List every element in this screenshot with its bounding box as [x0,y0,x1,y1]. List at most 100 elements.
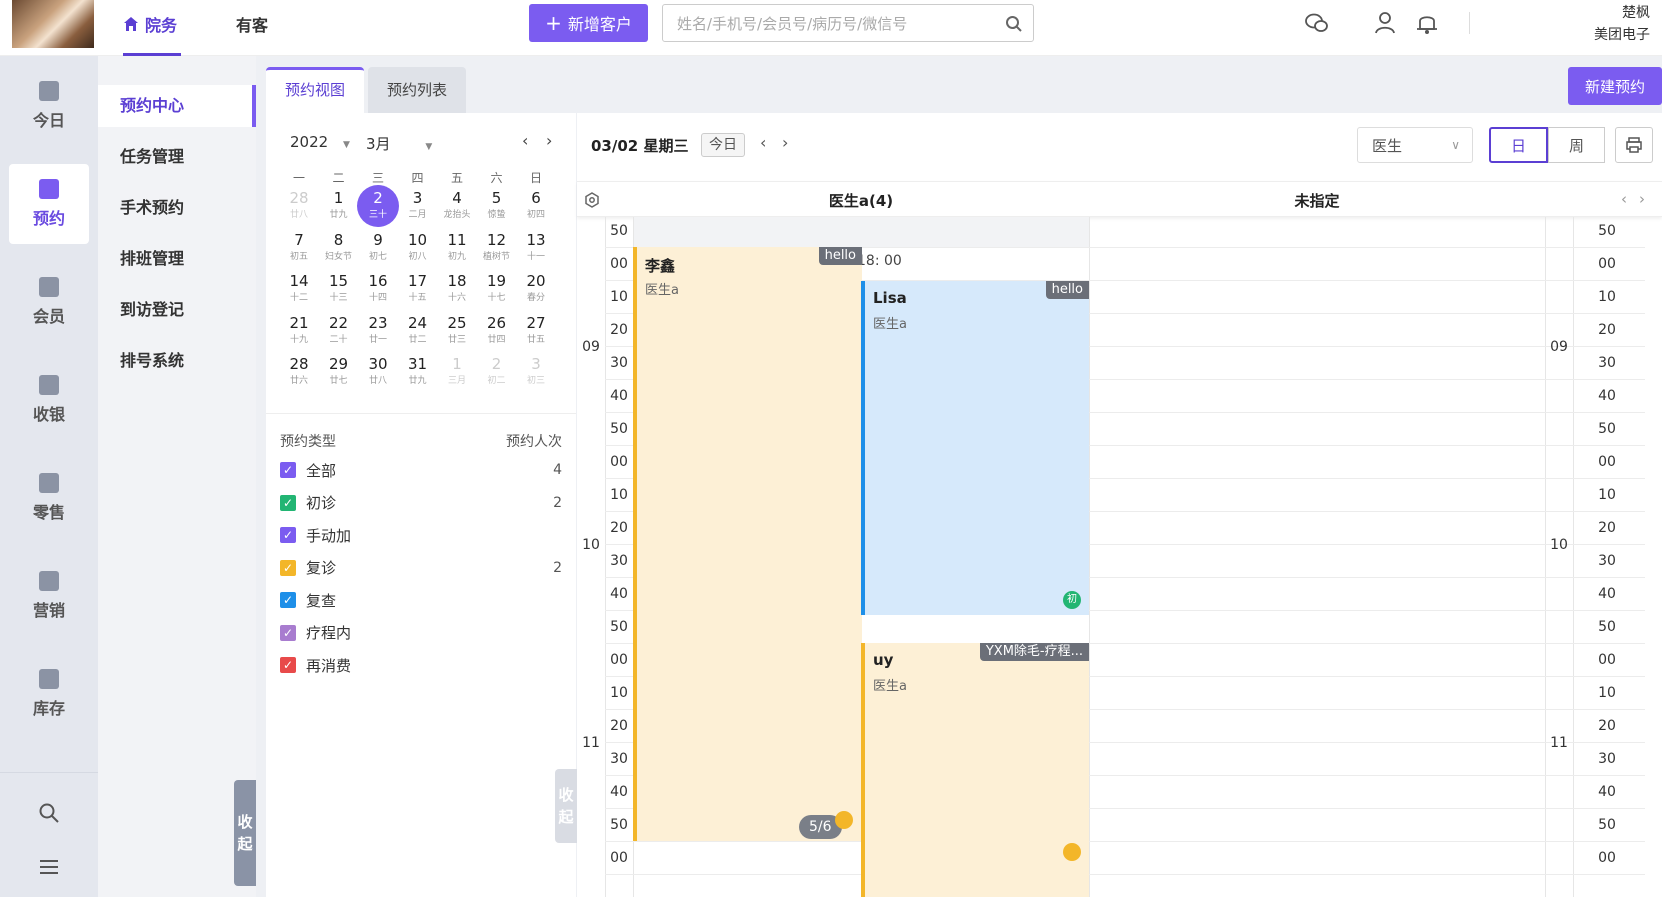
checkbox-icon[interactable]: ✓ [280,657,296,673]
search-icon[interactable] [38,802,60,824]
calendar-day[interactable]: 3 二月 [397,185,439,227]
subnav-item-shift-management[interactable]: 排班管理 [98,238,256,280]
sidebar-item-retail[interactable]: 零售 [9,458,89,538]
calendar-day[interactable]: 31 廿九 [397,351,439,393]
calendar-day[interactable]: 23 廿一 [357,310,399,352]
legend-row[interactable]: ✓ 手动加 [280,524,562,546]
collapse-panel-button[interactable]: 收 起 [555,769,577,843]
calendar-day[interactable]: 25 廿三 [436,310,478,352]
checkbox-icon[interactable]: ✓ [280,527,296,543]
calendar-day[interactable]: 28 廿八 [278,185,320,227]
calendar-day[interactable]: 2 三十 [357,185,399,227]
calendar-day[interactable]: 4 龙抬头 [436,185,478,227]
subnav-item-visit-registration[interactable]: 到访登记 [98,289,256,331]
legend-row[interactable]: ✓ 全部 4 [280,459,562,481]
sidebar-item-member[interactable]: 会员 [9,262,89,342]
checkbox-icon[interactable]: ✓ [280,462,296,478]
avatar[interactable] [12,0,94,48]
nav-tab-youke[interactable]: 有客 [236,12,268,36]
week-view-button[interactable]: 周 [1548,127,1605,163]
prev-month-icon[interactable]: ‹ [522,131,528,150]
month-select[interactable]: 3月 ▼ [366,133,432,154]
calendar-day[interactable]: 27 廿五 [515,310,557,352]
calendar-day[interactable]: 19 十七 [476,268,518,310]
checkbox-icon[interactable]: ✓ [280,592,296,608]
subnav-item-task-management[interactable]: 任务管理 [98,136,256,178]
settings-icon[interactable] [584,192,600,208]
year-select[interactable]: 2022 ▼ [290,133,350,151]
calendar-day[interactable]: 6 初四 [515,185,557,227]
next-column-icon[interactable]: › [1639,190,1645,208]
minute-label: 40 [1598,388,1616,404]
prev-column-icon[interactable]: ‹ [1621,190,1627,208]
checkbox-icon[interactable]: ✓ [280,559,296,576]
sidebar-item-cashier[interactable]: 收银 [9,360,89,440]
calendar-day[interactable]: 12 植树节 [476,227,518,269]
legend-row[interactable]: ✓ 复查 [280,589,562,611]
calendar-day[interactable]: 26 廿四 [476,310,518,352]
nav-tab-yuanwu[interactable]: 院务 [123,12,177,36]
legend-row[interactable]: ✓ 再消费 [280,654,562,676]
calendar-day[interactable]: 15 十三 [318,268,360,310]
sidebar-item-inventory[interactable]: 库存 [9,654,89,734]
legend-row[interactable]: ✓ 疗程内 [280,622,562,644]
calendar-day[interactable]: 3 初三 [515,351,557,393]
calendar-day[interactable]: 30 廿八 [357,351,399,393]
calendar-day[interactable]: 17 十五 [397,268,439,310]
calendar-day[interactable]: 9 初七 [357,227,399,269]
add-customer-button[interactable]: + 新增客户 [529,4,648,42]
user-menu[interactable]: 楚枫 美团电子 [1594,2,1650,46]
user-icon[interactable] [1372,10,1398,36]
calendar-day[interactable]: 1 三月 [436,351,478,393]
calendar-day[interactable]: 24 廿二 [397,310,439,352]
sidebar-item-today[interactable]: 今日 [9,66,89,146]
calendar-day[interactable]: 21 十九 [278,310,320,352]
minute-label: 10 [1598,487,1616,503]
legend-row[interactable]: ✓ 初诊 2 [280,492,562,514]
search-input[interactable]: 姓名/手机号/会员号/病历号/微信号 [662,4,1034,42]
bell-icon[interactable] [1414,10,1440,36]
day-number: 15 [328,272,349,290]
appointment-card[interactable]: 李鑫 医生a hello [633,247,862,841]
prev-day-icon[interactable]: ‹ [760,133,766,152]
calendar-day[interactable]: 7 初五 [278,227,320,269]
calendar-day[interactable]: 16 十四 [357,268,399,310]
search-icon[interactable] [1005,15,1023,33]
sidebar-item-appointment[interactable]: 预约 [9,164,89,244]
calendar-day[interactable]: 8 妇女节 [318,227,360,269]
next-day-icon[interactable]: › [782,133,788,152]
calendar-day[interactable]: 22 二十 [318,310,360,352]
calendar-day[interactable]: 2 初二 [476,351,518,393]
calendar-day[interactable]: 5 惊蛰 [476,185,518,227]
calendar-day[interactable]: 10 初八 [397,227,439,269]
subnav-item-surgery-appointment[interactable]: 手术预约 [98,187,256,229]
subnav-item-queue-system[interactable]: 排号系统 [98,340,256,382]
calendar-day[interactable]: 20 春分 [515,268,557,310]
calendar-day[interactable]: 29 廿七 [318,351,360,393]
calendar-day[interactable]: 11 初九 [436,227,478,269]
calendar-day[interactable]: 14 十二 [278,268,320,310]
tab-appointment-list[interactable]: 预约列表 [368,67,466,113]
subnav-item-appointment-center[interactable]: 预约中心 [98,85,256,127]
menu-icon[interactable] [38,856,60,878]
appointment-card[interactable]: Lisa 医生a hello 初 [861,281,1089,615]
calendar-day[interactable]: 18 十六 [436,268,478,310]
wechat-icon[interactable] [1304,10,1330,36]
next-month-icon[interactable]: › [546,131,552,150]
calendar-day[interactable]: 1 廿九 [318,185,360,227]
checkbox-icon[interactable]: ✓ [280,494,296,511]
tab-appointment-view[interactable]: 预约视图 [266,67,364,113]
appointment-card[interactable]: uy 医生a YXM除毛-疗程... [861,643,1089,897]
day-view-button[interactable]: 日 [1489,127,1548,163]
calendar-day[interactable]: 13 十一 [515,227,557,269]
calendar-day[interactable]: 28 廿六 [278,351,320,393]
collapse-subnav-button[interactable]: 收 起 [234,780,256,886]
print-button[interactable] [1615,127,1653,163]
checkbox-icon[interactable]: ✓ [280,624,296,641]
new-appointment-button[interactable]: 新建预约 [1568,67,1662,105]
today-button[interactable]: 今日 [701,133,745,157]
day-number: 30 [368,355,388,373]
legend-row[interactable]: ✓ 复诊 2 [280,557,562,579]
sidebar-item-marketing[interactable]: 营销 [9,556,89,636]
doctor-select[interactable]: 医生 ∨ [1357,127,1473,163]
